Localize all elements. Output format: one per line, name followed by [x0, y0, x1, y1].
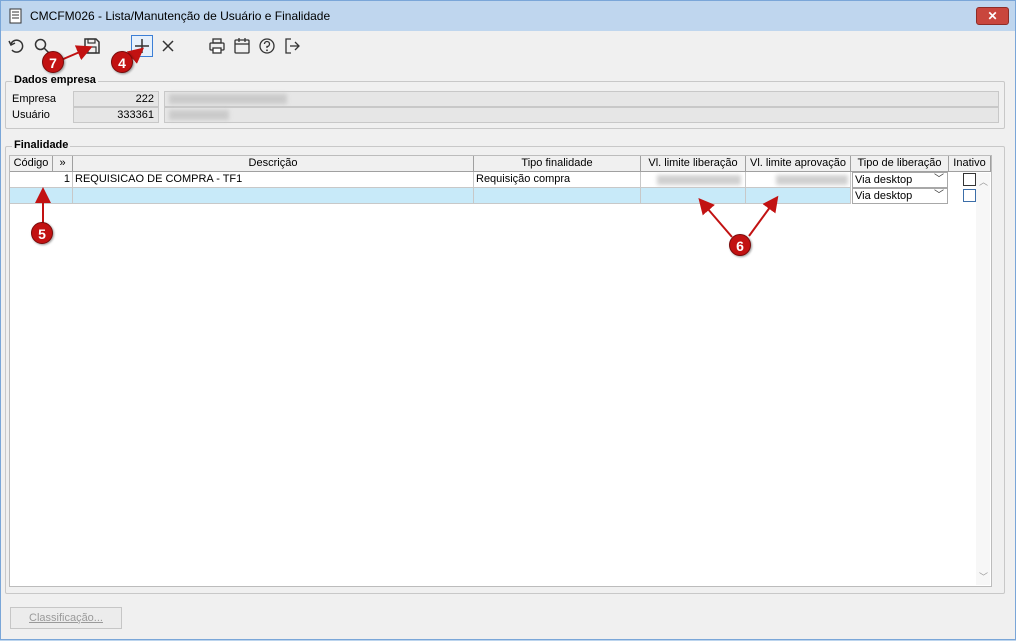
add-button[interactable] [131, 35, 153, 57]
save-button[interactable] [81, 35, 103, 57]
col-header-limite-liberacao[interactable]: Vl. limite liberação [641, 156, 746, 172]
finalidade-grid[interactable]: Código » Descrição Tipo finalidade Vl. l… [9, 155, 992, 587]
annotation-badge-7: 7 [42, 51, 64, 73]
col-header-descricao[interactable]: Descrição [73, 156, 474, 172]
redacted-empresa-name [169, 94, 287, 104]
help-button[interactable] [256, 35, 278, 57]
toolbar [1, 31, 1015, 61]
cell-limite-liberacao[interactable] [641, 172, 746, 188]
scroll-down-icon[interactable]: ﹀ [979, 570, 988, 583]
add-icon [135, 39, 149, 53]
finalidade-group-title: Finalidade [12, 139, 71, 151]
chevron-down-icon: ﹀ [934, 174, 944, 185]
redacted-usuario-name [169, 110, 229, 120]
redacted-limite-aprovacao [776, 175, 848, 185]
cell-codigo[interactable]: 1 [10, 172, 73, 188]
redacted-limite-liberacao [657, 175, 741, 185]
calendar-icon [234, 38, 250, 54]
empresa-label: Empresa [12, 93, 57, 105]
inativo-checkbox[interactable] [963, 173, 976, 186]
chevron-down-icon: ﹀ [934, 190, 944, 201]
tipo-liberacao-value: Via desktop [855, 174, 913, 186]
undo-button[interactable] [5, 35, 27, 57]
usuario-code-field[interactable]: 333361 [73, 107, 159, 123]
empresa-name-field[interactable] [164, 91, 999, 107]
annotation-badge-6: 6 [729, 234, 751, 256]
delete-button[interactable] [157, 35, 179, 57]
col-header-tipo-liberacao[interactable]: Tipo de liberação [851, 156, 949, 172]
vertical-scrollbar[interactable]: ︿ ﹀ [976, 173, 990, 585]
print-button[interactable] [206, 35, 228, 57]
col-header-limite-aprovacao[interactable]: Vl. limite aprovação [746, 156, 851, 172]
col-header-codigo[interactable]: Código [10, 156, 53, 172]
cell-tipo-finalidade[interactable] [474, 188, 641, 204]
cell-codigo[interactable] [10, 188, 73, 204]
usuario-label: Usuário [12, 109, 50, 121]
tipo-liberacao-value: Via desktop [855, 190, 913, 202]
annotation-badge-4: 4 [111, 51, 133, 73]
window-title: CMCFM026 - Lista/Manutenção de Usuário e… [30, 9, 331, 23]
undo-icon [8, 39, 24, 53]
save-icon [84, 38, 100, 54]
col-header-expand[interactable]: » [53, 156, 73, 172]
tipo-liberacao-select[interactable]: Via desktop ﹀ [852, 172, 948, 188]
exit-button[interactable] [281, 35, 303, 57]
title-bar: CMCFM026 - Lista/Manutenção de Usuário e… [1, 1, 1015, 31]
classificacao-button[interactable]: Classificação... [10, 607, 122, 629]
close-button[interactable]: ✕ [976, 7, 1009, 25]
cell-descricao[interactable]: REQUISICAO DE COMPRA - TF1 [73, 172, 474, 188]
scroll-up-icon[interactable]: ︿ [979, 175, 988, 188]
tipo-liberacao-select[interactable]: Via desktop ﹀ [852, 188, 948, 204]
exit-icon [285, 38, 300, 54]
col-header-inativo[interactable]: Inativo [949, 156, 991, 172]
cell-limite-aprovacao[interactable] [746, 172, 851, 188]
empresa-code-field[interactable]: 222 [73, 91, 159, 107]
inativo-checkbox[interactable] [963, 189, 976, 202]
app-icon [9, 8, 22, 24]
col-header-tipo-finalidade[interactable]: Tipo finalidade [474, 156, 641, 172]
help-icon [259, 38, 275, 54]
calendar-button[interactable] [231, 35, 253, 57]
cell-limite-liberacao[interactable] [641, 188, 746, 204]
app-window: CMCFM026 - Lista/Manutenção de Usuário e… [0, 0, 1016, 640]
cell-descricao[interactable] [73, 188, 474, 204]
print-icon [209, 38, 225, 54]
empresa-group-title: Dados empresa [12, 74, 98, 86]
usuario-name-field[interactable] [164, 107, 999, 123]
cell-tipo-finalidade[interactable]: Requisição compra [474, 172, 641, 188]
delete-icon [162, 40, 174, 52]
cell-limite-aprovacao[interactable] [746, 188, 851, 204]
annotation-badge-5: 5 [31, 222, 53, 244]
